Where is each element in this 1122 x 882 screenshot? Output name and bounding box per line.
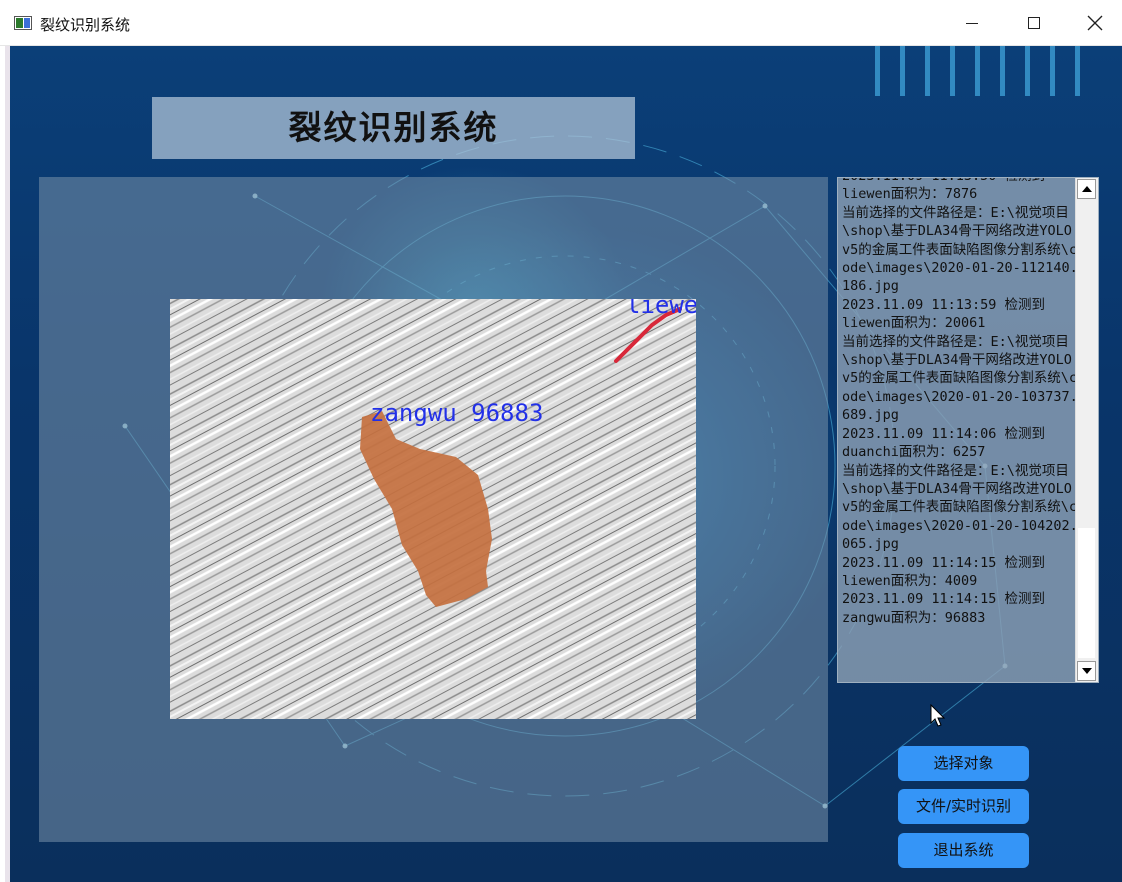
minimize-button[interactable] [941,0,1003,45]
log-line: 2023.11.09 11:14:15 检测到 [842,554,1046,571]
maximize-icon [1028,17,1040,29]
file-realtime-detect-button[interactable]: 文件/实时识别 [898,789,1029,824]
log-line: duanchi面积为：6257 [842,444,986,461]
detection-result-image: zangwu 96883 liewen [170,299,696,719]
metal-surface-texture [170,299,696,719]
log-line: 当前选择的文件路径是：E:\视觉项目\shop\基于DLA34骨干网络改进YOL… [842,462,1078,553]
liewen-detection-label: liewen [626,299,696,319]
image-display-panel: zangwu 96883 liewen [39,177,828,842]
window-titlebar: 裂纹识别系统 [0,0,1122,46]
log-line: liewen面积为：7876 [842,186,978,203]
scrollbar-thumb[interactable] [1078,528,1095,658]
close-icon [1087,15,1103,31]
log-scrollbar[interactable] [1075,178,1098,682]
select-object-button[interactable]: 选择对象 [898,746,1029,781]
app-icon [14,16,32,30]
log-line: 当前选择的文件路径是：E:\视觉项目\shop\基于DLA34骨干网络改进YOL… [842,204,1078,295]
detection-log[interactable]: 2023.11.09 11:13:50 检测到 liewen面积为：7876 当… [837,177,1099,683]
scroll-down-button[interactable] [1077,661,1096,681]
log-line: zangwu面积为：96883 [842,609,986,626]
log-line: 2023.11.09 11:14:06 检测到 [842,425,1046,442]
log-line: 2023.11.09 11:13:59 检测到 [842,296,1046,313]
window-title: 裂纹识别系统 [40,16,131,34]
scroll-up-button[interactable] [1077,179,1096,199]
log-line: 2023.11.09 11:13:50 检测到 [842,178,1078,185]
maximize-button[interactable] [1003,0,1065,45]
close-button[interactable] [1064,0,1122,45]
log-line: 2023.11.09 11:14:15 检测到 [842,591,1046,608]
log-line: liewen面积为：4009 [842,572,978,589]
exit-system-button[interactable]: 退出系统 [898,833,1029,868]
log-line: 当前选择的文件路径是：E:\视觉项目\shop\基于DLA34骨干网络改进YOL… [842,333,1078,424]
log-text: 2023.11.09 11:13:50 检测到 liewen面积为：7876 当… [842,178,1078,627]
mouse-cursor-icon [930,704,946,727]
app-window: 裂纹识别系统 zangwu 96883 liewe liewen面积为：7876… [5,46,1122,882]
minimize-icon [966,23,978,24]
log-line: liewen面积为：20061 [842,315,986,332]
page-title: 裂纹识别系统 [152,97,635,159]
zangwu-detection-label: zangwu 96883 [370,399,544,427]
